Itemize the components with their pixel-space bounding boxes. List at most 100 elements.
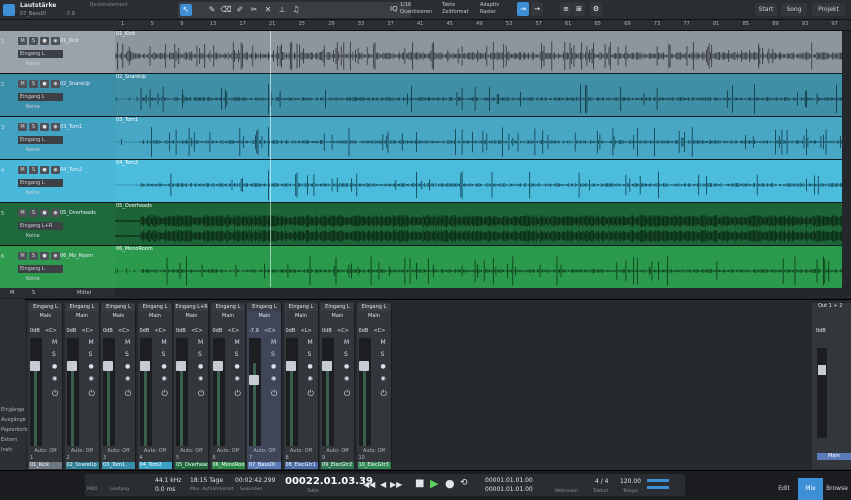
channel-power-icon[interactable]: ⏻: [271, 389, 277, 399]
audio-event[interactable]: 04_Tom2: [115, 160, 842, 203]
channel-output-select[interactable]: Main: [175, 312, 208, 320]
channel-name[interactable]: 04_Tom2: [138, 462, 172, 469]
channel-solo-button[interactable]: S: [89, 351, 93, 358]
eraser-tool-icon[interactable]: ⌫: [220, 4, 232, 16]
channel-solo-button[interactable]: S: [52, 351, 56, 358]
automation-mode[interactable]: Auto: Off: [30, 448, 61, 454]
automation-mode[interactable]: Auto: Off: [176, 448, 207, 454]
autoscroll-icon[interactable]: →: [531, 2, 543, 16]
mixer-panel-toggle[interactable]: Papierkorb: [1, 427, 28, 433]
channel-mute-button[interactable]: M: [89, 339, 94, 346]
channel-mute-button[interactable]: M: [344, 339, 349, 346]
snap-toggle-icon[interactable]: ⇥: [517, 2, 529, 16]
mixer-panel-toggle[interactable]: Eingänge: [1, 407, 24, 413]
quantize-select[interactable]: 1/16 Quantisieren: [400, 2, 432, 16]
channel-record-icon[interactable]: ●: [162, 363, 167, 370]
channel-monitor-icon[interactable]: ◉: [308, 375, 313, 382]
channel-output-select[interactable]: Main: [29, 312, 62, 320]
channel-power-icon[interactable]: ⏻: [344, 389, 350, 399]
playhead-cursor[interactable]: [270, 31, 271, 287]
automation-mode[interactable]: Auto: Off: [213, 448, 244, 454]
channel-input-select[interactable]: Eingang L: [65, 303, 99, 311]
mixer-panel-toggle[interactable]: Extern: [1, 437, 17, 443]
automation-mode[interactable]: Auto: Off: [249, 448, 280, 454]
fader-cap[interactable]: [66, 361, 77, 371]
channel-name[interactable]: 05_Overheads: [175, 462, 208, 469]
stop-icon[interactable]: ■: [415, 478, 424, 489]
quantize-icon[interactable]: IQ: [390, 5, 398, 13]
channel-output-select[interactable]: Main: [248, 312, 281, 320]
vertical-scrollbar[interactable]: [842, 31, 851, 287]
mix-view-button[interactable]: Mix: [798, 478, 823, 500]
channel-monitor-icon[interactable]: ◉: [235, 375, 240, 382]
channel-solo-button[interactable]: S: [162, 351, 166, 358]
channel-monitor-icon[interactable]: ◉: [162, 375, 167, 382]
channel-name[interactable]: 09_ElecGtr2: [321, 462, 354, 469]
channel-pan[interactable]: <C>: [191, 328, 203, 334]
channel-input-select[interactable]: Eingang L: [102, 303, 135, 311]
channel-solo-button[interactable]: S: [125, 351, 129, 358]
channel-record-icon[interactable]: ●: [344, 363, 349, 370]
channel-power-icon[interactable]: ⏻: [89, 389, 95, 399]
automation-mode[interactable]: Auto: Off: [359, 448, 390, 454]
channel-name[interactable]: 07_BassDI: [248, 462, 281, 469]
mute-all-button[interactable]: M: [10, 290, 14, 296]
channel-mute-button[interactable]: M: [271, 339, 276, 346]
channel-pan[interactable]: <C>: [118, 328, 130, 334]
channel-input-select[interactable]: Eingang L: [284, 303, 318, 311]
fader-cap[interactable]: [139, 361, 150, 371]
channel-output-select[interactable]: Main: [139, 312, 172, 320]
audio-event[interactable]: 01_Kick: [115, 31, 842, 74]
channel-power-icon[interactable]: ⏻: [162, 389, 168, 399]
channel-monitor-icon[interactable]: ◉: [271, 375, 276, 382]
start-button[interactable]: Start: [755, 3, 777, 16]
channel-record-icon[interactable]: ●: [235, 363, 240, 370]
horizontal-scrollbar[interactable]: [115, 288, 851, 298]
mixer-panel-toggle[interactable]: Ausgänge: [1, 417, 26, 423]
channel-pan[interactable]: <C>: [45, 328, 57, 334]
channel-power-icon[interactable]: ⏻: [235, 389, 241, 399]
channel-monitor-icon[interactable]: ◉: [381, 375, 386, 382]
channel-name[interactable]: 01_Kick: [29, 462, 62, 469]
fader-cap[interactable]: [30, 361, 40, 371]
edit-view-button[interactable]: Edit: [770, 478, 798, 500]
loop-right[interactable]: 00001.01.01.00: [485, 486, 533, 493]
channel-record-icon[interactable]: ●: [308, 363, 313, 370]
master-fader[interactable]: [817, 348, 827, 438]
channel-output-select[interactable]: Main: [321, 312, 354, 320]
prev-icon[interactable]: ◀: [380, 480, 386, 489]
channel-power-icon[interactable]: ⏻: [381, 389, 387, 399]
channel-pan[interactable]: <C>: [374, 328, 386, 334]
channel-output-select[interactable]: Main: [285, 312, 318, 320]
channel-solo-button[interactable]: S: [308, 351, 312, 358]
channel-solo-button[interactable]: S: [344, 351, 348, 358]
fader-cap[interactable]: [285, 361, 296, 371]
channel-power-icon[interactable]: ⏻: [52, 389, 58, 399]
channel-solo-button[interactable]: S: [381, 351, 385, 358]
audio-event[interactable]: 05_Overheads: [115, 203, 842, 246]
channel-record-icon[interactable]: ●: [198, 363, 203, 370]
channel-output-select[interactable]: Main: [358, 312, 391, 320]
channel-mute-button[interactable]: M: [381, 339, 386, 346]
audio-event[interactable]: 02_SnareUp: [115, 74, 842, 117]
channel-monitor-icon[interactable]: ◉: [125, 375, 130, 382]
channel-input-select[interactable]: Eingang L: [248, 303, 281, 311]
channel-monitor-icon[interactable]: ◉: [52, 375, 57, 382]
listen-tool-icon[interactable]: ♫: [290, 4, 302, 16]
play-icon[interactable]: ▶: [430, 477, 438, 490]
arrangement-area[interactable]: 01_Kick 02_SnareUp 03_Tom1 04_Tom2 05_Overhe…: [0, 31, 851, 289]
pencil-tool-icon[interactable]: ✎: [206, 4, 218, 16]
audio-event[interactable]: 06_MonoRoom: [115, 246, 842, 289]
timeline-ruler[interactable]: 1 5 9 13 17 21 25 29 33 37 41 45 49 53 57 61 65 69 73 77 81 8…: [115, 20, 851, 31]
channel-power-icon[interactable]: ⏻: [198, 389, 204, 399]
channel-record-icon[interactable]: ●: [125, 363, 130, 370]
master-fader-cap[interactable]: [818, 365, 826, 375]
track-size-select[interactable]: Mittel: [77, 290, 91, 296]
channel-record-icon[interactable]: ●: [52, 363, 57, 370]
channel-name[interactable]: 03_Tom1: [102, 462, 135, 469]
project-button[interactable]: Projekt: [812, 3, 845, 16]
channel-input-select[interactable]: Eingang L+R: [175, 303, 208, 311]
forward-icon[interactable]: ▶▶: [390, 480, 402, 489]
channel-solo-button[interactable]: S: [271, 351, 275, 358]
channel-pan[interactable]: <L>: [301, 328, 312, 334]
